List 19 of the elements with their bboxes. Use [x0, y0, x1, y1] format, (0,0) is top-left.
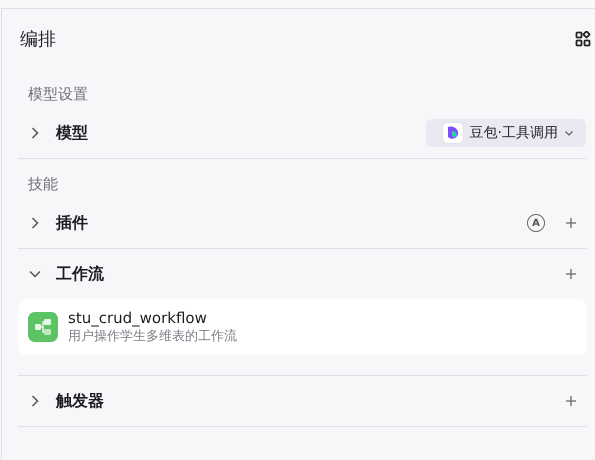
workflow-name: stu_crud_workflow: [68, 309, 208, 327]
add-icon[interactable]: [565, 217, 577, 229]
row-label[interactable]: 触发器: [56, 390, 104, 412]
model-logo-icon: [442, 122, 464, 144]
auto-badge[interactable]: A: [527, 214, 545, 232]
row-label[interactable]: 模型: [56, 122, 88, 144]
workflow-icon: [28, 312, 58, 342]
workflow-card[interactable]: stu_crud_workflow 用户操作学生多维表的工作流: [18, 299, 587, 355]
section-heading: 技能: [27, 174, 59, 195]
workflow-description: 用户操作学生多维表的工作流: [68, 328, 237, 345]
panel-title: 编排: [20, 28, 56, 51]
add-icon[interactable]: [565, 268, 577, 280]
row-label[interactable]: 工作流: [56, 264, 104, 284]
layout-icon[interactable]: [575, 31, 591, 47]
model-selector[interactable]: 豆包·工具调用: [426, 119, 586, 147]
section-heading: 模型设置: [27, 84, 89, 105]
add-icon[interactable]: [565, 395, 577, 407]
row-label[interactable]: 插件: [56, 212, 88, 234]
caret-icon: [564, 128, 574, 138]
